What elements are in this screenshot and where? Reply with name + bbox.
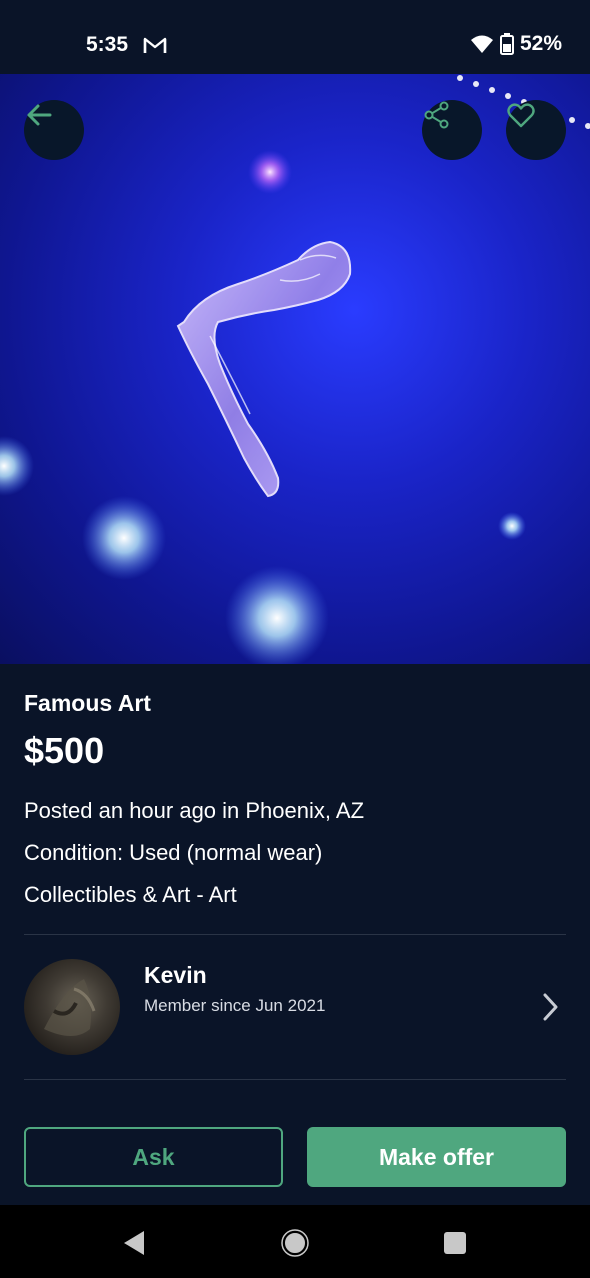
listing-price: $500: [24, 730, 105, 771]
seller-member-since: Member since Jun 2021: [144, 996, 326, 1015]
listing-posted: Posted an hour ago in Phoenix, AZ: [24, 798, 365, 823]
nav-home-icon[interactable]: [281, 1229, 309, 1257]
listing-category[interactable]: Collectibles & Art - Art: [24, 882, 237, 908]
divider: [24, 1079, 566, 1080]
listing-photo-art: [0, 75, 590, 664]
divider: [24, 934, 566, 935]
wifi-icon: [470, 35, 493, 53]
share-button[interactable]: [422, 100, 482, 160]
status-time: 5:35: [86, 33, 129, 56]
nav-back-icon[interactable]: [122, 1230, 146, 1256]
listing-condition: Condition: Used (normal wear): [24, 840, 323, 865]
listing-title: Famous Art: [24, 690, 151, 716]
share-icon: [424, 101, 449, 129]
back-button[interactable]: [24, 100, 84, 160]
favorite-button[interactable]: [506, 100, 566, 160]
nav-recent-apps-icon[interactable]: [443, 1231, 467, 1255]
status-bar: 5:35 52%: [0, 0, 590, 74]
chevron-right-icon: [543, 993, 558, 1021]
seller-name: Kevin: [144, 962, 207, 988]
status-right: 52%: [470, 32, 562, 56]
seller-row[interactable]: Kevin Member since Jun 2021: [24, 958, 566, 1055]
arrow-left-icon: [27, 104, 52, 126]
listing-photo[interactable]: [0, 74, 590, 664]
system-nav-bar: [0, 1205, 590, 1278]
make-offer-button[interactable]: Make offer: [307, 1127, 566, 1187]
avatar-image: [44, 979, 96, 1036]
gmail-icon: [143, 37, 167, 53]
heart-icon: [507, 103, 535, 128]
battery-icon: [499, 33, 514, 55]
ask-button[interactable]: Ask: [24, 1127, 283, 1187]
battery-percentage: 52%: [519, 32, 562, 55]
avatar[interactable]: [24, 959, 120, 1055]
